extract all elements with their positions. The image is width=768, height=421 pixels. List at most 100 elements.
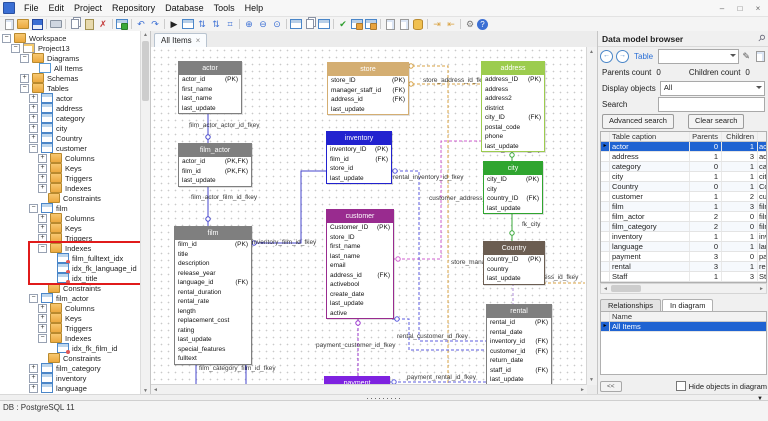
canvas-vertical-scrollbar[interactable]: ▲ ▼ — [586, 47, 597, 385]
grid-horizontal-scrollbar[interactable]: ◄ ► — [600, 283, 767, 294]
tree-item-triggers[interactable]: +Triggers — [0, 173, 141, 183]
expand-icon[interactable]: + — [38, 304, 47, 313]
tab-close-icon[interactable]: × — [196, 36, 201, 45]
tree-item-customer[interactable]: −customer — [0, 143, 141, 153]
help-icon[interactable]: ? — [477, 19, 488, 30]
expand-icon[interactable]: + — [38, 164, 47, 173]
nav-forward-button[interactable]: → — [616, 50, 629, 63]
expand-icon[interactable]: + — [20, 74, 29, 83]
zoom-icon[interactable]: ⊙ — [270, 18, 284, 30]
tree-item-actor[interactable]: +actor — [0, 93, 141, 103]
tree-item-constraints[interactable]: Constraints — [0, 353, 141, 363]
pointer-icon[interactable]: ▶ — [167, 18, 181, 30]
scroll-right-icon[interactable]: ► — [580, 387, 585, 393]
search-input[interactable] — [658, 97, 765, 112]
entity-film_actor[interactable]: film_actoractor_id(PK,FK)film_id(PK,FK)l… — [178, 143, 252, 187]
column-header-children[interactable]: Children — [721, 132, 757, 141]
table-row-category[interactable]: category01category — [601, 162, 766, 172]
scroll-up-icon[interactable]: ▲ — [589, 49, 594, 55]
entity-address[interactable]: addressaddress_ID(PK)addressaddress2dist… — [481, 61, 545, 152]
tree-item-workspace[interactable]: −Workspace — [0, 33, 141, 43]
table-row-Country[interactable]: Country01Country — [601, 182, 766, 192]
tree-item-film_actor[interactable]: −film_actor — [0, 293, 141, 303]
tree-item-country[interactable]: +Country — [0, 133, 141, 143]
table-row-Staff[interactable]: Staff13Staff — [601, 272, 766, 282]
tab-in-diagram[interactable]: In diagram — [662, 299, 713, 311]
print-icon[interactable] — [49, 18, 63, 30]
refresh-tables-icon[interactable] — [350, 18, 364, 30]
zoom-in-icon[interactable]: ⊕ — [242, 18, 256, 30]
new-file-icon[interactable] — [2, 18, 16, 30]
tree-item-idx_fk_language_id[interactable]: idx_fk_language_id — [0, 263, 141, 273]
close-button[interactable]: × — [752, 4, 764, 13]
collapse-icon[interactable]: − — [2, 34, 11, 43]
column-header-name[interactable]: Name — [610, 312, 766, 321]
sort-desc-icon[interactable]: ⇅ — [209, 18, 223, 30]
collapse-icon[interactable]: − — [20, 84, 29, 93]
table-mode-icon[interactable] — [181, 18, 195, 30]
diagram-canvas[interactable]: film_actor_actor_id_fkeyfilm_actor_film_… — [151, 47, 587, 385]
menu-repository[interactable]: Repository — [107, 3, 160, 13]
collapse-icon[interactable]: − — [38, 244, 47, 253]
tree-item-columns[interactable]: +Columns — [0, 303, 141, 313]
tree-item-tables[interactable]: −Tables — [0, 83, 141, 93]
entity-Country[interactable]: Countrycountry_ID(PK)countrylast_update — [483, 241, 545, 285]
tree-item-keys[interactable]: +Keys — [0, 163, 141, 173]
settings-icon[interactable]: ⚙ — [463, 18, 477, 30]
collapse-icon[interactable]: − — [20, 54, 29, 63]
table-row-rental[interactable]: rental31rental — [601, 262, 766, 272]
tree-item-film_fulltext_idx[interactable]: film_fulltext_idx — [0, 253, 141, 263]
menu-help[interactable]: Help — [240, 3, 269, 13]
tree-vertical-scrollbar[interactable]: ▲ ▼ — [140, 31, 150, 395]
collapse-icon[interactable]: − — [29, 144, 38, 153]
expand-icon[interactable]: + — [29, 104, 38, 113]
tree-item-triggers[interactable]: +Triggers — [0, 323, 141, 333]
relationship-line[interactable] — [250, 171, 326, 243]
tree-item-idx_title[interactable]: idx_title — [0, 273, 141, 283]
tree-item-city[interactable]: +city — [0, 123, 141, 133]
table-row-customer[interactable]: customer12customer — [601, 192, 766, 202]
clear-search-button[interactable]: Clear search — [688, 114, 745, 129]
zoom-out-icon[interactable]: ⊖ — [256, 18, 270, 30]
column-header-parents[interactable]: Parents — [689, 132, 721, 141]
table-row-address[interactable]: address13address — [601, 152, 766, 162]
tab-all-items[interactable]: All Items × — [154, 33, 207, 47]
table-row-film_category[interactable]: film_category20film_category — [601, 222, 766, 232]
expand-icon[interactable]: + — [29, 384, 38, 393]
undo-icon[interactable]: ↶ — [134, 18, 148, 30]
menu-edit[interactable]: Edit — [44, 3, 70, 13]
tree-item-constraints[interactable]: Constraints — [0, 193, 141, 203]
scroll-down-icon[interactable]: ▼ — [589, 377, 594, 383]
paste-icon[interactable] — [82, 18, 96, 30]
relationships-icon[interactable]: ⌗ — [223, 18, 237, 30]
save-icon[interactable] — [30, 18, 44, 30]
scroll-right-icon[interactable]: ► — [759, 286, 764, 292]
tree-item-triggers[interactable]: +Triggers — [0, 233, 141, 243]
tree-item-keys[interactable]: +Keys — [0, 313, 141, 323]
table-row-actor[interactable]: ▸actor01actor — [601, 142, 766, 152]
edit-icon[interactable]: ✎ — [742, 51, 750, 62]
diagram-row-all-items[interactable]: ▸All Items — [601, 322, 766, 332]
tree-item-constraints[interactable]: Constraints — [0, 283, 141, 293]
expand-icon[interactable]: + — [38, 224, 47, 233]
expand-icon[interactable]: + — [29, 124, 38, 133]
tab-relationships[interactable]: Relationships — [600, 299, 661, 311]
restore-button[interactable]: □ — [734, 4, 746, 13]
data-grid-icon[interactable] — [317, 18, 331, 30]
scroll-left-icon[interactable]: ◄ — [153, 387, 158, 393]
menu-project[interactable]: Project — [69, 3, 107, 13]
entity-actor[interactable]: actoractor_id(PK)first_namelast_namelast… — [178, 61, 242, 114]
tree-item-schemas[interactable]: +Schemas — [0, 73, 141, 83]
tree-item-category[interactable]: +category — [0, 113, 141, 123]
properties-icon[interactable] — [289, 18, 303, 30]
table-row-language[interactable]: language01language — [601, 242, 766, 252]
expand-icon[interactable]: + — [29, 94, 38, 103]
open-project-icon[interactable] — [16, 18, 30, 30]
copy-icon[interactable] — [68, 18, 82, 30]
tree-item-all-items[interactable]: All Items — [0, 63, 141, 73]
sort-asc-icon[interactable]: ⇅ — [195, 18, 209, 30]
collapse-icon[interactable]: − — [29, 294, 38, 303]
menu-tools[interactable]: Tools — [209, 3, 240, 13]
tree-item-columns[interactable]: +Columns — [0, 213, 141, 223]
open-in-editor-icon[interactable] — [753, 50, 767, 62]
